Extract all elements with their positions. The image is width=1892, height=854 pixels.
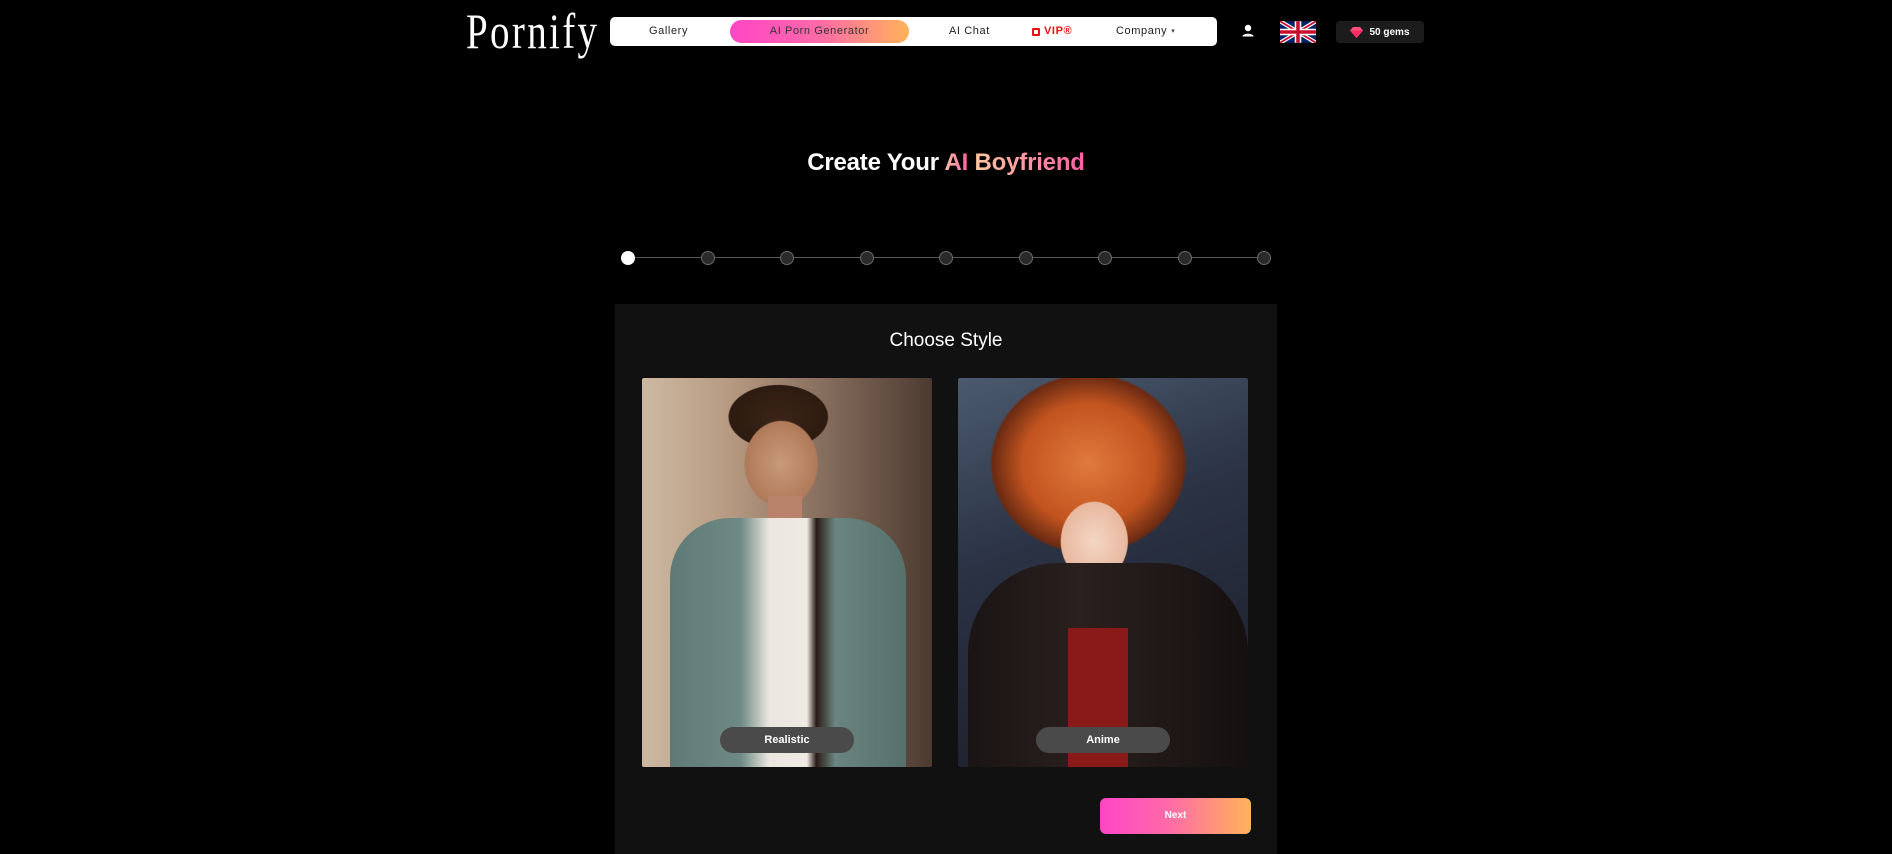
nav-vip[interactable]: VIP®	[1032, 17, 1072, 46]
panel-title: Choose Style	[889, 330, 1003, 351]
chevron-down-icon: ▾	[1171, 28, 1176, 35]
step-dot-1[interactable]	[621, 251, 635, 265]
title-prefix: Create Your	[807, 149, 945, 176]
style-option-realistic[interactable]: Realistic	[642, 378, 932, 767]
style-panel: Choose Style Realistic Anime Next	[615, 304, 1277, 854]
logo[interactable]: Pornify	[466, 4, 599, 58]
step-dot-9[interactable]	[1257, 251, 1271, 265]
progress-stepper	[621, 250, 1271, 266]
nav-company-label: Company	[1116, 25, 1168, 37]
user-icon[interactable]	[1238, 21, 1258, 41]
nav-gallery[interactable]: Gallery	[649, 17, 688, 46]
style-label-anime: Anime	[1036, 727, 1170, 753]
step-dot-3[interactable]	[780, 251, 794, 265]
step-dot-7[interactable]	[1098, 251, 1112, 265]
uk-flag-icon[interactable]	[1278, 19, 1318, 45]
nav-company-dropdown[interactable]: Company ▾	[1116, 17, 1175, 46]
step-dot-6[interactable]	[1018, 251, 1033, 265]
step-dot-5[interactable]	[939, 251, 953, 265]
next-button[interactable]: Next	[1100, 798, 1251, 834]
step-dot-2[interactable]	[700, 251, 715, 265]
page-title: Create Your AI Boyfriend	[0, 149, 1892, 177]
nav-vip-label: VIP®	[1044, 25, 1073, 37]
nav-ai-chat[interactable]: AI Chat	[949, 17, 990, 46]
title-highlight: Boyfriend	[974, 149, 1085, 176]
style-option-anime[interactable]: Anime	[958, 378, 1248, 767]
title-ai: AI	[944, 149, 969, 176]
main-navbar: Gallery AI Porn Generator AI Chat VIP® C…	[610, 17, 1217, 46]
nav-ai-porn-generator[interactable]: AI Porn Generator	[730, 20, 909, 43]
step-dot-8[interactable]	[1177, 251, 1192, 265]
style-label-realistic: Realistic	[720, 727, 854, 753]
vip-icon	[1032, 27, 1040, 36]
gems-balance[interactable]: 50 gems	[1336, 21, 1424, 43]
step-dot-4[interactable]	[859, 251, 874, 265]
gems-label: 50 gems	[1369, 26, 1410, 38]
gem-icon	[1350, 26, 1364, 38]
